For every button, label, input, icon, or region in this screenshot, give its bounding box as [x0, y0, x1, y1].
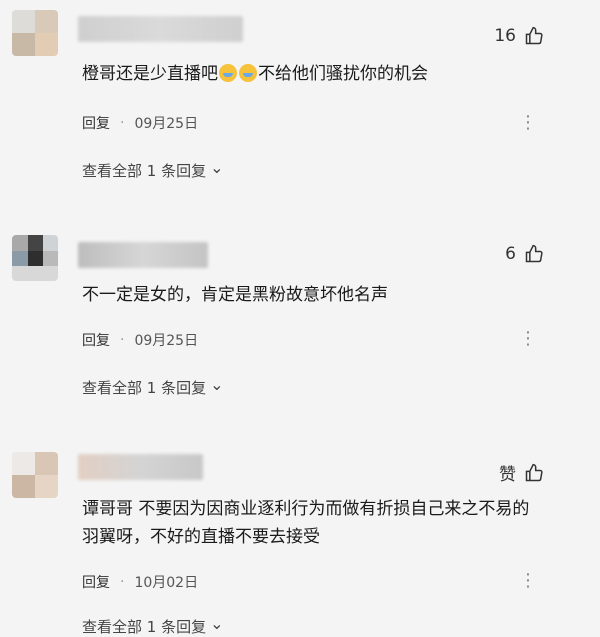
separator-dot: · [120, 115, 125, 131]
comment-meta: 回复 · 09月25日 [82, 113, 198, 133]
username-blurred[interactable] [78, 16, 243, 42]
crying-emoji [239, 64, 257, 82]
avatar[interactable] [12, 10, 58, 56]
reply-button[interactable]: 回复 [82, 330, 110, 350]
chevron-down-icon: ⌄ [210, 375, 224, 394]
like-count: 6 [505, 244, 516, 264]
comment-meta: 回复 · 10月02日 [82, 572, 198, 592]
comment-item: 6 不一定是女的，肯定是黑粉故意坏他名声 回复 · 09月25日 ⋮ 查看全部 … [0, 220, 600, 420]
thumbs-up-icon [525, 463, 543, 481]
separator-dot: · [120, 574, 125, 590]
username-blurred[interactable] [78, 242, 208, 268]
like-label: 赞 [499, 465, 516, 485]
comment-text: 橙哥还是少直播吧 不给他们骚扰你的机会 [82, 64, 428, 84]
like-count: 16 [494, 26, 516, 46]
comment-meta: 回复 · 09月25日 [82, 330, 198, 350]
comment-item: 16 橙哥还是少直播吧 不给他们骚扰你的机会 回复 · 09月25日 ⋮ 查看全部… [0, 0, 600, 200]
view-all-replies[interactable]: 查看全部 1 条回复 ⌄ [82, 158, 224, 181]
avatar[interactable] [12, 452, 58, 498]
thumbs-up-icon [525, 244, 543, 263]
comment-date: 09月25日 [134, 116, 199, 132]
username-blurred[interactable] [78, 454, 203, 480]
avatar[interactable] [12, 235, 58, 281]
chevron-down-icon: ⌄ [210, 158, 224, 177]
separator-dot: · [120, 332, 125, 348]
more-options-icon[interactable]: ⋮ [519, 572, 538, 590]
comment-text: 谭哥哥 不要因为因商业逐利行为而做有折损自己来之不易的羽翼呀，不好的直播不要去接… [82, 499, 530, 547]
comment-date: 09月25日 [134, 333, 199, 349]
thumbs-up-icon [525, 26, 543, 45]
view-all-replies-label: 查看全部 1 条回复 [82, 379, 207, 397]
like-button[interactable]: 16 [494, 26, 544, 46]
like-button[interactable]: 赞 [499, 460, 544, 485]
like-button[interactable]: 6 [505, 244, 544, 264]
comment-item: 赞 谭哥哥 不要因为因商业逐利行为而做有折损自己来之不易的羽翼呀，不好的直播不要… [0, 440, 600, 636]
more-options-icon[interactable]: ⋮ [519, 114, 538, 132]
reply-button[interactable]: 回复 [82, 113, 110, 133]
reply-button[interactable]: 回复 [82, 572, 110, 592]
view-all-replies[interactable]: 查看全部 1 条回复 ⌄ [82, 614, 224, 637]
crying-emoji [219, 64, 237, 82]
view-all-replies[interactable]: 查看全部 1 条回复 ⌄ [82, 375, 224, 398]
view-all-replies-label: 查看全部 1 条回复 [82, 162, 207, 180]
view-all-replies-label: 查看全部 1 条回复 [82, 618, 207, 636]
comment-date: 10月02日 [134, 575, 199, 591]
more-options-icon[interactable]: ⋮ [519, 330, 538, 348]
chevron-down-icon: ⌄ [210, 614, 224, 633]
comment-text: 不一定是女的，肯定是黑粉故意坏他名声 [82, 285, 388, 305]
